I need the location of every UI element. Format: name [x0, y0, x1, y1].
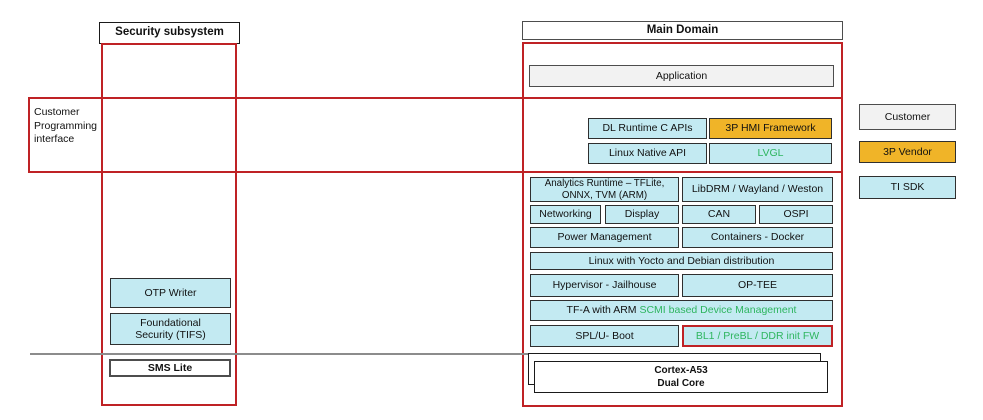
networking-box: Networking: [530, 205, 601, 224]
op-tee-box: OP-TEE: [682, 274, 833, 297]
lvgl-box: LVGL: [709, 143, 832, 164]
legend-customer: Customer: [859, 104, 956, 130]
tfa-prefix-text: TF-A with ARM: [567, 304, 640, 316]
cortex-a53-box: Cortex-A53 Dual Core: [534, 361, 828, 393]
dl-runtime-c-apis-box: DL Runtime C APIs: [588, 118, 707, 139]
3p-hmi-framework-box: 3P HMI Framework: [709, 118, 832, 139]
libdrm-wayland-weston-box: LibDRM / Wayland / Weston: [682, 177, 833, 202]
spl-uboot-box: SPL/U- Boot: [530, 325, 679, 347]
bl1-prebl-ddr-box: BL1 / PreBL / DDR init FW: [682, 325, 833, 347]
architecture-diagram: Security subsystem Main Domain Customer …: [0, 0, 983, 420]
cortex-a53-line1: Cortex-A53: [654, 364, 707, 377]
tfa-scmi-box: TF-A with ARM SCMI based Device Manageme…: [530, 300, 833, 321]
security-subsystem-header: Security subsystem: [99, 22, 240, 44]
legend-ti-sdk: TI SDK: [859, 176, 956, 199]
containers-docker-box: Containers - Docker: [682, 227, 833, 248]
hypervisor-jailhouse-box: Hypervisor - Jailhouse: [530, 274, 679, 297]
customer-programming-interface-label: Customer Programming interface: [34, 106, 114, 147]
ospi-box: OSPI: [759, 205, 833, 224]
cortex-a53-line2: Dual Core: [657, 377, 704, 390]
otp-writer-box: OTP Writer: [110, 278, 231, 308]
sms-lite-box: SMS Lite: [109, 359, 231, 377]
power-management-box: Power Management: [530, 227, 679, 248]
linux-yocto-debian-box: Linux with Yocto and Debian distribution: [530, 252, 833, 270]
analytics-runtime-box: Analytics Runtime – TFLite, ONNX, TVM (A…: [530, 177, 679, 202]
can-box: CAN: [682, 205, 756, 224]
legend-3p-vendor: 3P Vendor: [859, 141, 956, 163]
linux-native-api-box: Linux Native API: [588, 143, 707, 164]
main-domain-header: Main Domain: [522, 21, 843, 40]
application-box: Application: [529, 65, 834, 87]
tfa-scmi-text: SCMI based Device Management: [639, 304, 796, 316]
display-box: Display: [605, 205, 679, 224]
foundational-security-tifs-box: Foundational Security (TIFS): [110, 313, 231, 345]
tifs-label: Foundational Security (TIFS): [126, 317, 216, 341]
